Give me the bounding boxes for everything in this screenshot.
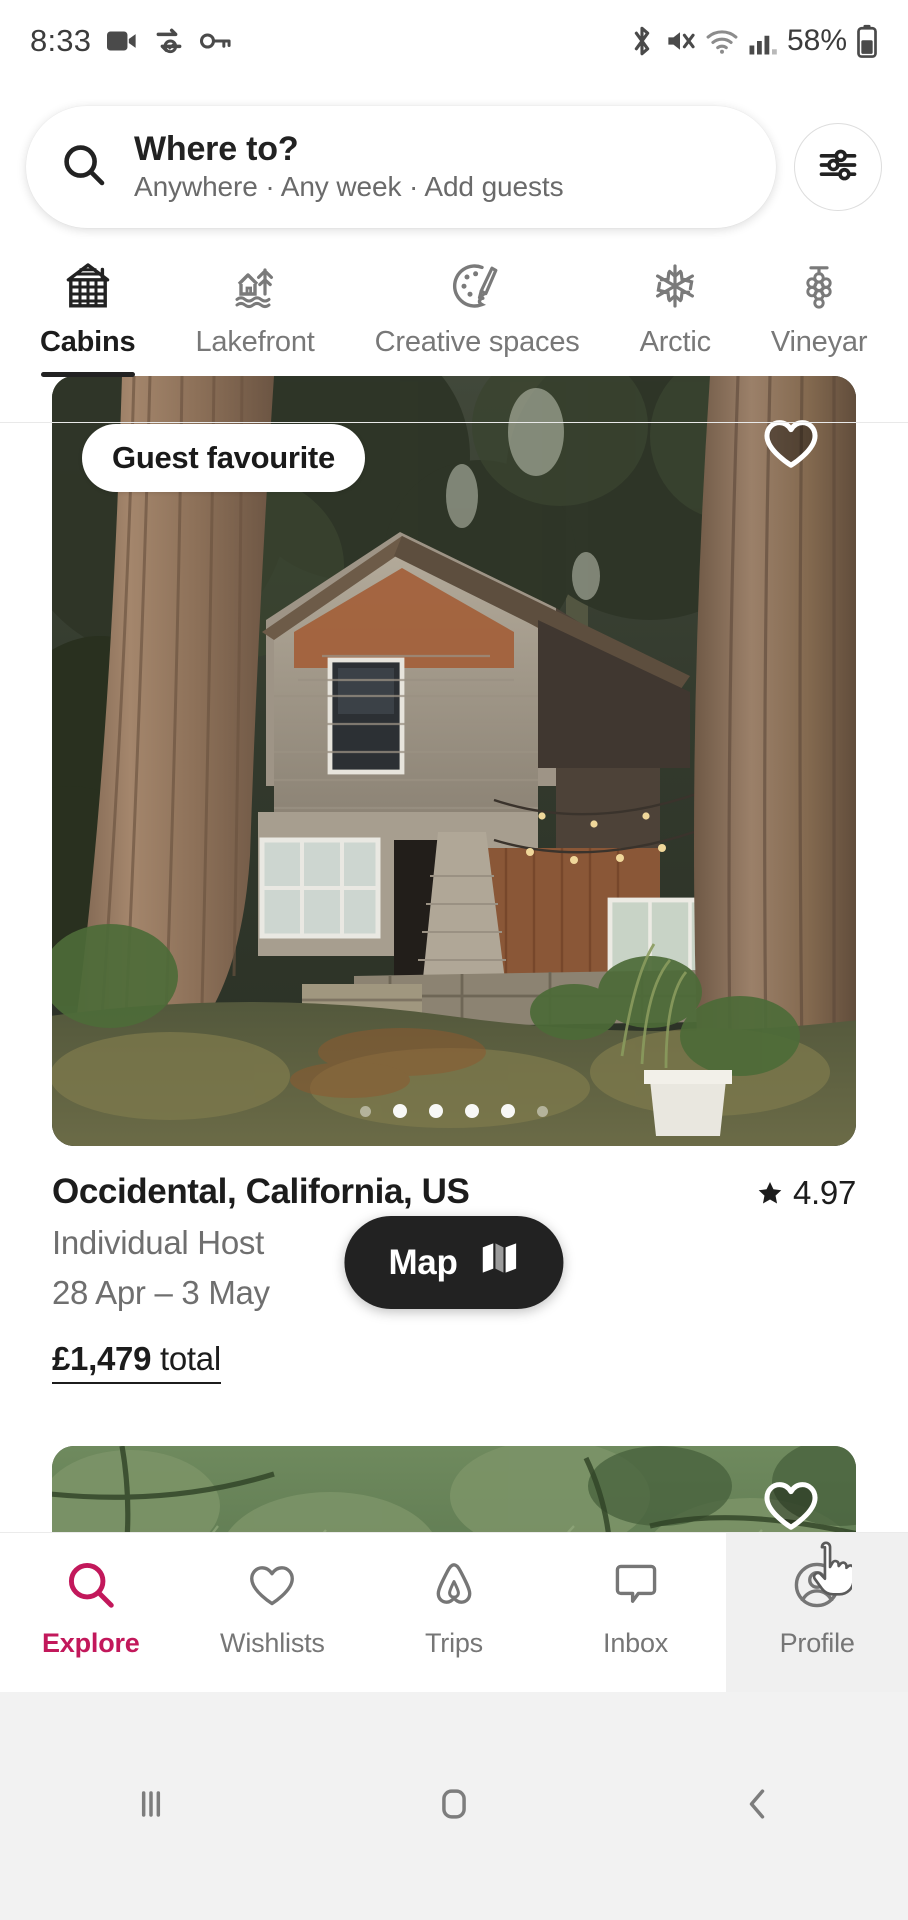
- nav-item-profile[interactable]: Profile: [726, 1533, 908, 1692]
- listing-price[interactable]: £1,479 total: [52, 1340, 856, 1384]
- android-navigation-bar[interactable]: [0, 1692, 908, 1920]
- status-bar-left: 8:33: [30, 23, 233, 59]
- heart-icon[interactable]: [760, 1474, 822, 1536]
- bottom-navigation[interactable]: Explore Wishlists Trips Inbox Profile: [0, 1532, 908, 1692]
- search-texts: Where to? Anywhere · Any week · Add gues…: [134, 130, 564, 203]
- search-row: Where to? Anywhere · Any week · Add gues…: [0, 106, 908, 228]
- carousel-dot[interactable]: [501, 1104, 515, 1118]
- filter-sliders-icon: [816, 143, 860, 192]
- price-suffix: total: [151, 1340, 221, 1377]
- app-screen: 8:33 58% Where to? Anywhere · Any week ·…: [0, 0, 908, 1920]
- recents-button[interactable]: [0, 1782, 303, 1831]
- home-button[interactable]: [303, 1782, 606, 1831]
- category-label: Creative spaces: [374, 326, 580, 358]
- nav-item-explore[interactable]: Explore: [0, 1533, 182, 1692]
- airbnb-bellhop-icon: [427, 1555, 481, 1615]
- star-icon: [758, 1182, 782, 1204]
- recents-icon: [129, 1782, 173, 1831]
- touch-cursor-icon: [806, 1541, 856, 1606]
- nav-label: Inbox: [603, 1628, 669, 1658]
- profile-avatar-icon: [790, 1541, 856, 1615]
- video-camera-icon: [105, 26, 139, 56]
- home-icon: [432, 1782, 476, 1831]
- listing-location: Occidental, California, US: [52, 1172, 470, 1211]
- status-bar: 8:33 58%: [0, 0, 908, 82]
- search-subtitle: Anywhere · Any week · Add guests: [134, 171, 564, 203]
- nav-item-inbox[interactable]: Inbox: [545, 1533, 727, 1692]
- back-chevron-icon: [735, 1782, 779, 1831]
- category-tabs[interactable]: Cabins Lakefront Creative spaces Arctic …: [0, 250, 908, 408]
- price-amount: £1,479: [52, 1340, 152, 1377]
- nav-label: Profile: [779, 1628, 855, 1658]
- mute-icon: [664, 26, 696, 56]
- wifi-icon: [705, 26, 739, 56]
- filter-button[interactable]: [794, 123, 882, 211]
- category-tab-vineyards[interactable]: Vineyar: [771, 250, 867, 359]
- photo-carousel-dots[interactable]: [360, 1104, 548, 1118]
- listing-feed[interactable]: Guest favourite Occidental, California, …: [0, 344, 908, 1692]
- map-icon: [480, 1239, 520, 1286]
- battery-icon: [856, 24, 878, 58]
- key-icon: [199, 27, 233, 55]
- cabin-icon: [62, 260, 114, 312]
- nav-item-trips[interactable]: Trips: [363, 1533, 545, 1692]
- heart-icon: [245, 1555, 299, 1615]
- signal-icon: [748, 26, 778, 56]
- carousel-dot[interactable]: [393, 1104, 407, 1118]
- carousel-dot[interactable]: [360, 1105, 371, 1117]
- search-bar[interactable]: Where to? Anywhere · Any week · Add gues…: [26, 106, 776, 228]
- search-icon: [60, 141, 108, 194]
- status-bar-clock: 8:33: [30, 23, 92, 58]
- category-tab-cabins[interactable]: Cabins: [40, 250, 136, 377]
- search-title: Where to?: [134, 130, 299, 169]
- search-icon: [64, 1555, 118, 1615]
- header-divider: [0, 422, 908, 423]
- rating-value: 4.97: [792, 1174, 856, 1211]
- category-tab-arctic[interactable]: Arctic: [640, 250, 711, 359]
- map-toggle-button[interactable]: Map: [344, 1216, 564, 1309]
- listing-title-row: Occidental, California, US 4.97: [52, 1172, 856, 1212]
- map-button-label: Map: [388, 1242, 458, 1282]
- nav-item-wishlists[interactable]: Wishlists: [182, 1533, 364, 1692]
- category-tab-lakefront[interactable]: Lakefront: [196, 250, 315, 359]
- grapes-icon: [793, 260, 845, 312]
- app-header: Where to? Anywhere · Any week · Add gues…: [0, 82, 908, 423]
- chat-bubble-icon: [609, 1555, 663, 1615]
- snowflake-icon: [649, 260, 701, 312]
- active-tab-underline: [40, 372, 135, 377]
- category-label: Lakefront: [195, 326, 315, 358]
- listing-rating: 4.97: [756, 1172, 856, 1212]
- category-label: Cabins: [40, 326, 136, 358]
- nav-label: Explore: [41, 1628, 140, 1658]
- category-tab-creative-spaces[interactable]: Creative spaces: [375, 250, 580, 359]
- category-label: Arctic: [639, 326, 712, 358]
- guest-favourite-badge: Guest favourite: [82, 424, 365, 492]
- carousel-dot[interactable]: [537, 1105, 548, 1117]
- sync-icon: [153, 26, 185, 56]
- back-button[interactable]: [605, 1782, 908, 1831]
- status-bar-right: 58%: [629, 24, 878, 58]
- palette-icon: [451, 260, 503, 312]
- carousel-dot[interactable]: [465, 1104, 479, 1118]
- listing-card[interactable]: Guest favourite: [0, 344, 908, 1146]
- carousel-dot[interactable]: [429, 1104, 443, 1118]
- battery-percentage: 58%: [786, 24, 847, 57]
- category-label: Vineyar: [770, 326, 868, 358]
- nav-label: Wishlists: [220, 1628, 325, 1658]
- nav-label: Trips: [424, 1628, 483, 1658]
- bluetooth-icon: [629, 24, 655, 58]
- listing-photo[interactable]: Guest favourite: [52, 376, 856, 1146]
- lakefront-icon: [229, 260, 281, 312]
